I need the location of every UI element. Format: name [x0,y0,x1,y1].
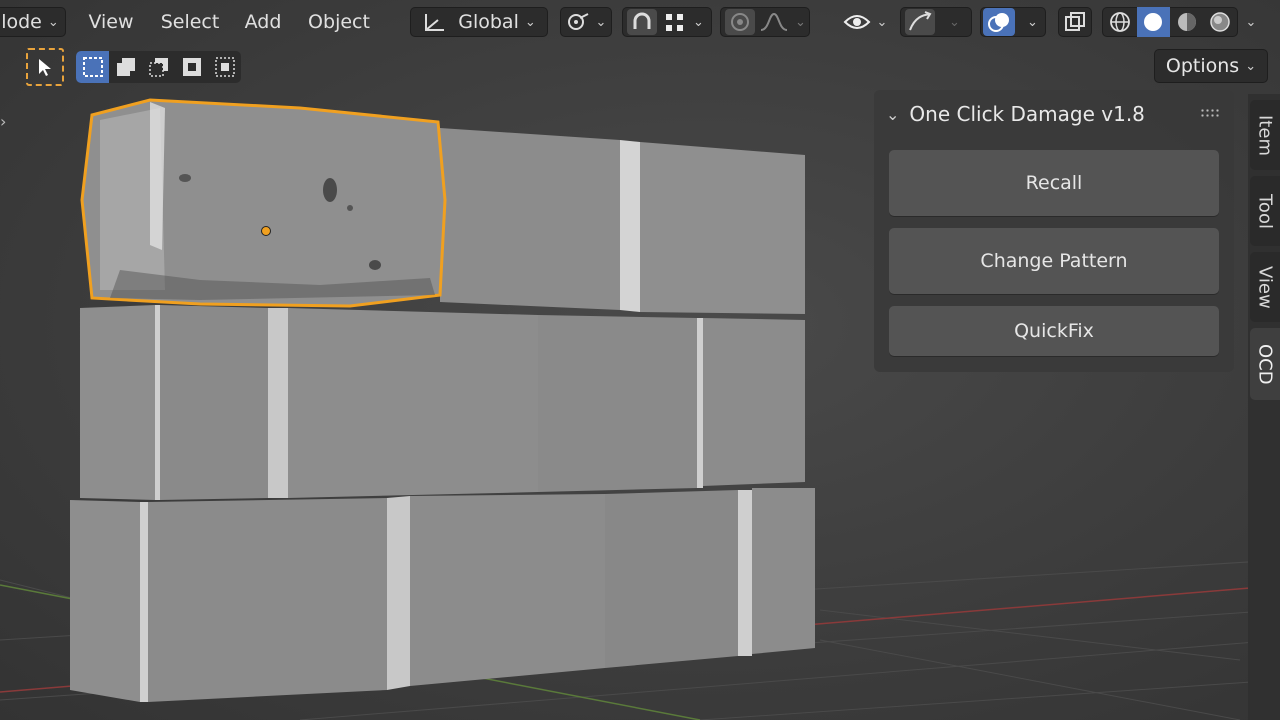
gizmo-group[interactable]: ⌄ [900,7,972,37]
overlays-group[interactable]: ⌄ [980,7,1046,37]
chevron-down-icon: ⌄ [1245,14,1257,30]
menu-select[interactable]: Select [150,7,230,37]
select-intersect-button[interactable] [208,51,241,83]
material-shading-icon [1177,13,1196,31]
chevron-down-icon: ⌄ [1245,58,1257,74]
tab-ocd[interactable]: OCD [1250,328,1280,400]
panel-title: One Click Damage v1.8 [909,102,1145,126]
overlays-toggle[interactable] [983,8,1015,36]
select-new-icon [82,57,103,77]
xray-icon [1065,12,1085,31]
snap-group[interactable]: ⌄ [622,7,712,37]
select-new-button[interactable] [76,51,109,83]
blender-window: › lode ⌄ View Select Add Object Global ⌄… [0,0,1280,720]
rendered-shading-button[interactable] [1204,7,1238,37]
wireframe-shading-button[interactable] [1103,7,1137,37]
select-extend-icon [116,58,135,76]
menu-view[interactable]: View [78,7,144,37]
gizmo-icon[interactable] [905,9,935,35]
drag-grip-icon[interactable] [1200,108,1220,118]
tab-item[interactable]: Item [1250,100,1280,170]
collapse-chevron-icon: ⌄ [886,104,900,124]
solid-shading-button[interactable] [1136,7,1170,37]
transform-orientation-dropdown[interactable]: Global ⌄ [410,7,548,37]
tab-view[interactable]: View [1250,252,1280,322]
select-extend-button[interactable] [109,51,142,83]
selection-mode-group [76,51,241,83]
solid-shading-icon [1144,13,1163,31]
chevron-down-icon: ⌄ [1027,14,1038,30]
chevron-down-icon: ⌄ [524,14,536,30]
pivot-point-dropdown[interactable]: ⌄ [560,7,612,37]
options-dropdown[interactable]: Options ⌄ [1154,49,1268,83]
recall-button[interactable]: Recall [889,150,1219,216]
transform-orientation-icon [425,14,445,31]
sidebar-tabs: Item Tool View OCD [1248,94,1280,720]
toolbar-expand-icon[interactable]: › [0,112,6,131]
xray-toggle[interactable] [1058,7,1092,37]
chevron-down-icon: ⌄ [876,14,888,30]
select-cursor-icon [39,59,51,76]
tab-ocd-label: OCD [1254,343,1276,385]
snap-magnet-icon[interactable] [627,9,657,35]
orientation-label: Global [458,11,519,33]
tab-view-label: View [1254,265,1276,309]
rendered-shading-icon [1210,12,1230,32]
menu-add[interactable]: Add [236,7,290,37]
mode-dropdown[interactable]: lode ⌄ [0,7,66,37]
chevron-down-icon: ⌄ [949,14,960,30]
viewport-header: lode ⌄ View Select Add Object Global ⌄ ⌄ [0,0,1280,44]
snap-increment-icon [666,14,683,31]
tab-tool[interactable]: Tool [1250,176,1280,246]
falloff-curve-icon [760,12,788,31]
eye-visibility-icon [843,15,870,29]
select-subtract-button[interactable] [142,51,175,83]
proportional-edit-icon[interactable] [725,9,755,35]
tool-settings-bar: Options ⌄ [0,46,1280,88]
chevron-down-icon: ⌄ [47,14,59,30]
change-pattern-button[interactable]: Change Pattern [889,228,1219,294]
chevron-down-icon: ⌄ [595,14,607,30]
proportional-edit-group[interactable]: ⌄ [720,7,810,37]
options-label: Options [1165,55,1240,77]
panel-header[interactable]: ⌄ One Click Damage v1.8 [886,100,1145,128]
selected-damaged-brick [80,98,447,308]
chevron-down-icon: ⌄ [693,14,704,30]
material-shading-button[interactable] [1170,7,1204,37]
select-tool-button[interactable] [26,48,64,86]
one-click-damage-panel: ⌄ One Click Damage v1.8 Recall Change Pa… [874,90,1234,372]
quickfix-button[interactable]: QuickFix [889,306,1219,356]
tab-tool-label: Tool [1254,193,1276,229]
select-intersect-icon [214,57,235,77]
tab-item-label: Item [1254,114,1276,156]
visibility-dropdown[interactable]: ⌄ [838,7,892,37]
select-invert-button[interactable] [175,51,208,83]
pivot-point-icon [567,13,588,30]
chevron-down-icon: ⌄ [795,14,806,30]
select-invert-icon [182,58,201,76]
menu-object[interactable]: Object [298,7,380,37]
shading-options-dropdown[interactable]: ⌄ [1238,7,1264,37]
select-subtract-icon [148,58,168,77]
shading-modes[interactable] [1102,7,1238,37]
wireframe-shading-icon [1109,12,1130,32]
overlays-icon [988,13,1009,32]
mode-label: lode [1,11,42,33]
